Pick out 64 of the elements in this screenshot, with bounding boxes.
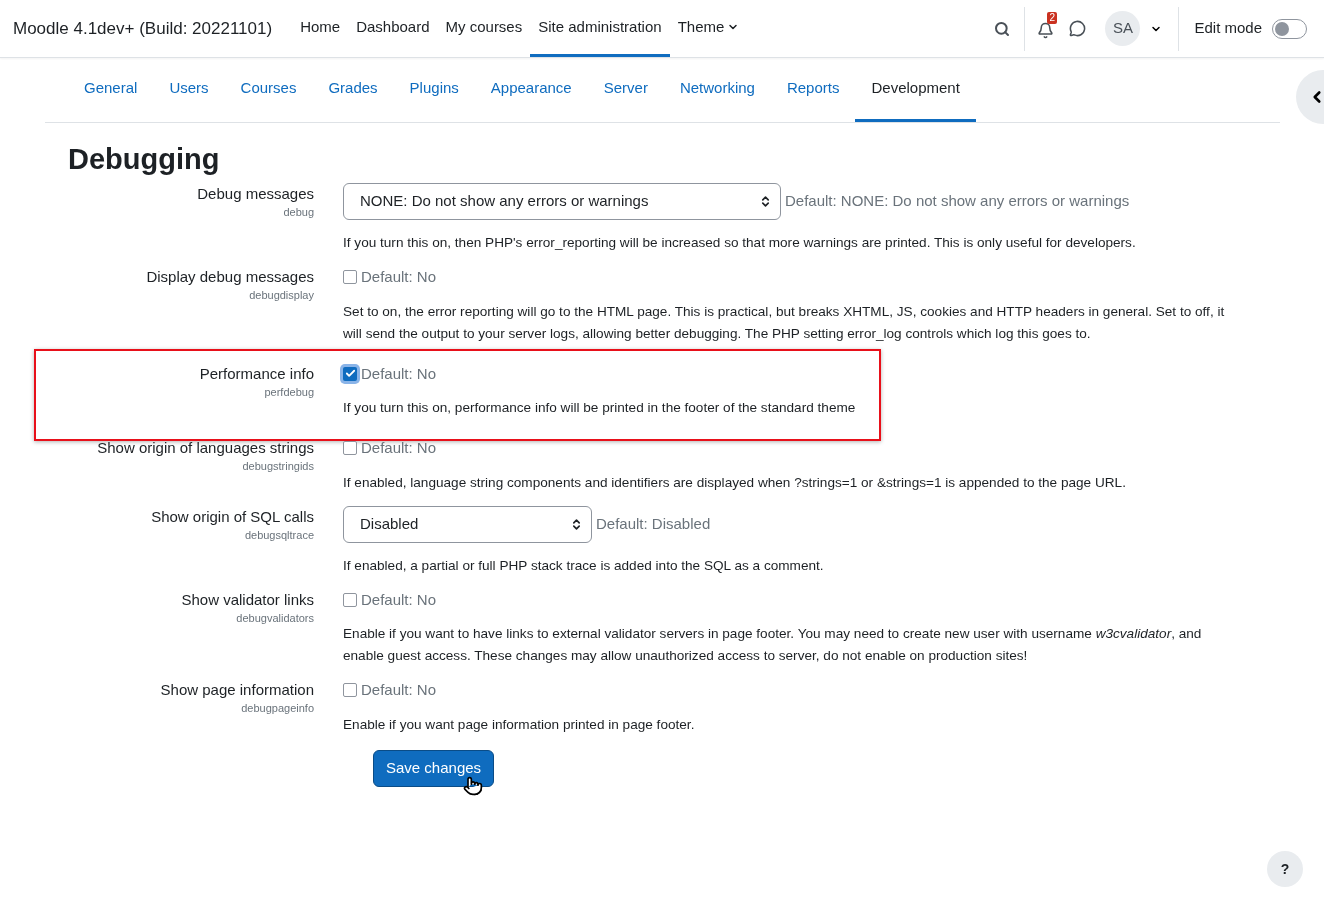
hand-pointer-icon	[463, 775, 483, 796]
setting-label: Show validator links	[181, 589, 314, 610]
setting-description: If you turn this on, then PHP's error_reporting will be increased so that more warnings are printed. This is only useful for developers.	[343, 234, 1136, 252]
setting-label: Show origin of SQL calls	[151, 506, 314, 527]
checkbox[interactable]	[343, 366, 357, 381]
setting-name: debugvalidators	[236, 610, 314, 626]
setting-label: Performance info	[199, 363, 314, 384]
nav-link[interactable]: Dashboard	[348, 0, 438, 57]
setting-description: If enabled, language string components and identifiers are displayed when ?strings=1 or &strings=1 is appended to the page URL.	[343, 473, 1126, 492]
setting-name: debug	[283, 205, 314, 220]
tab[interactable]: Development	[855, 58, 976, 122]
page-heading: Debugging	[68, 142, 221, 177]
setting-label: Debug messages	[197, 184, 314, 204]
tab[interactable]: Courses	[224, 58, 313, 122]
setting-name: debugdisplay	[249, 288, 314, 303]
checkbox[interactable]	[343, 683, 357, 698]
nav-link[interactable]: Theme	[669, 0, 748, 57]
search-icon[interactable]	[994, 20, 1011, 37]
setting-name: debugsqltrace	[244, 527, 314, 543]
nav-link[interactable]: Home	[292, 0, 349, 57]
user-avatar[interactable]: SA	[1105, 11, 1141, 46]
setting-description: Set to on, the error reporting will go to the HTML page. This is practical, but breaks XHTML, JS, cookies and HTTP headers in general. Set to off, it will send the output to your server logs, allowing better debugging. The PHP setting error_log controls which log this goes to.	[343, 302, 1226, 343]
nav-link[interactable]: My courses	[437, 0, 531, 57]
tab[interactable]: Appearance	[474, 58, 588, 122]
checkbox[interactable]	[343, 592, 357, 607]
default-hint: Default: No	[361, 267, 437, 287]
setting-label: Show origin of languages strings	[97, 438, 314, 458]
setting-name: debugpageinfo	[241, 701, 314, 716]
setting-label: Display debug messages	[146, 267, 314, 287]
setting-description: Enable if you want to have links to external validator servers in page footer. You may need to create new user with username w3cvalidator, and enable guest access. These changes may allow unauthorized access to server, do not enable on production sites!	[343, 625, 1203, 665]
select-field[interactable]: Disabled	[343, 505, 592, 543]
setting-name: debugstringids	[242, 459, 314, 474]
setting-description: If enabled, a partial or full PHP stack trace is added into the SQL as a comment.	[343, 556, 824, 575]
checkbox[interactable]	[343, 270, 357, 285]
default-hint: Default: No	[361, 363, 437, 384]
default-hint: Default: No	[361, 589, 437, 610]
help-button[interactable]: ?	[1267, 851, 1303, 887]
default-hint: Default: No	[361, 438, 437, 458]
setting-description: Enable if you want page information printed in page footer.	[343, 715, 695, 734]
site-title: Moodle 4.1dev+ (Build: 20221101)	[13, 17, 273, 40]
setting-description: If you turn this on, performance info will be printed in the footer of the standard theme	[343, 399, 856, 417]
updown-caret-icon	[570, 517, 583, 531]
checkbox[interactable]	[343, 441, 357, 456]
nav-link[interactable]: Site administration	[530, 0, 670, 57]
tab[interactable]: General	[68, 58, 154, 122]
default-hint: Default: NONE: Do not show any errors or warnings	[785, 191, 1130, 212]
default-hint: Default: Disabled	[596, 513, 711, 534]
chat-bubble-icon[interactable]	[1069, 20, 1087, 37]
tab[interactable]: Server	[587, 58, 664, 122]
setting-name: perfdebug	[264, 384, 314, 400]
setting-label: Show page information	[160, 680, 314, 700]
tab[interactable]: Networking	[663, 58, 771, 122]
save-button[interactable]: Save changes	[373, 749, 495, 787]
tab[interactable]: Grades	[312, 58, 394, 122]
edit-mode-label: Edit mode	[1194, 18, 1262, 39]
bell-icon[interactable]	[1037, 21, 1055, 39]
default-hint: Default: No	[361, 680, 437, 700]
tab[interactable]: Reports	[770, 58, 856, 122]
notification-count: 2	[1047, 11, 1057, 24]
tab[interactable]: Plugins	[393, 58, 475, 122]
updown-caret-icon	[759, 195, 772, 208]
edit-mode-toggle[interactable]	[1272, 18, 1307, 39]
tab[interactable]: Users	[153, 58, 225, 122]
select-field[interactable]: NONE: Do not show any errors or warnings	[343, 183, 781, 220]
